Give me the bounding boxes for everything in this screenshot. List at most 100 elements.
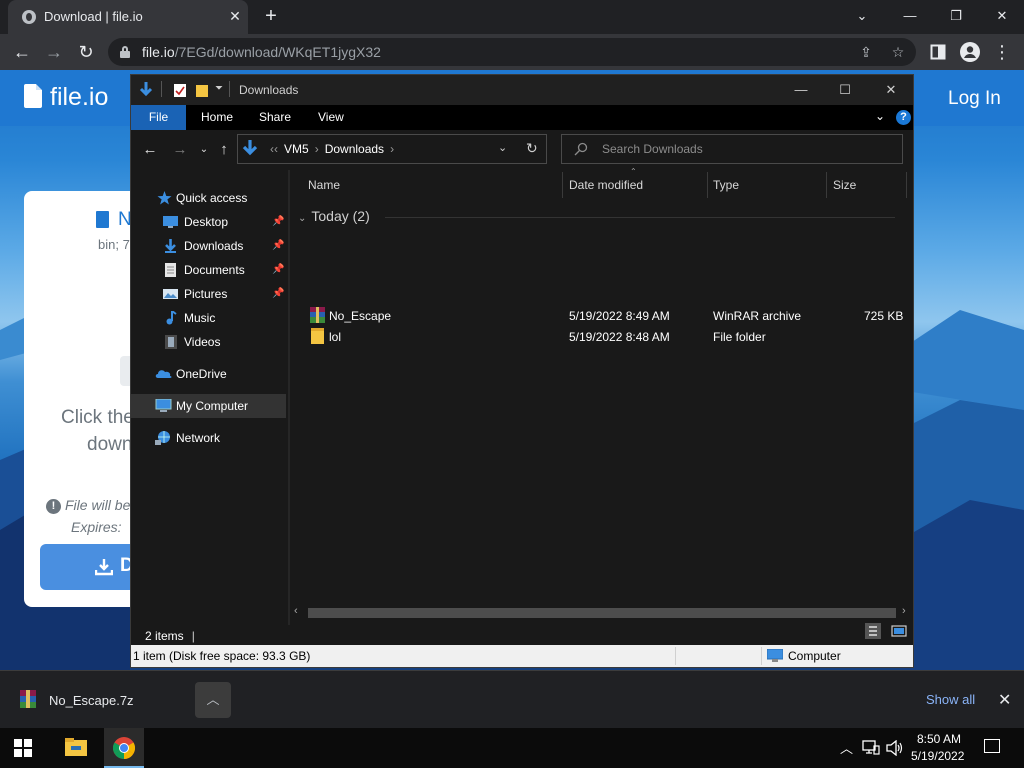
address-bar[interactable]: file.io/7EGd/download/WKqET1jygX32 ⇪ ☆ [108,38,916,66]
close-download-bar-icon[interactable]: ✕ [998,690,1011,710]
back-button[interactable]: ← [139,140,161,160]
network-icon [155,431,170,445]
pin-icon[interactable]: 📌 [272,282,284,306]
expiry-note-line1: File will be [65,497,131,513]
status-bar: 2 items | [131,625,913,645]
bookmark-star-icon[interactable]: ☆ [888,42,908,62]
column-separator[interactable] [906,172,907,198]
videos-icon [165,335,177,349]
nav-downloads[interactable]: Downloads 📌 [131,234,288,258]
nav-my-computer[interactable]: My Computer [131,394,286,418]
file-name: lol [329,330,342,344]
download-icon [95,559,113,576]
tab-home[interactable]: Home [201,105,233,130]
nav-network[interactable]: Network [131,426,288,450]
column-separator[interactable] [826,172,827,198]
scroll-right-icon[interactable]: › [902,605,906,617]
search-input[interactable]: Search Downloads [561,134,903,164]
url-text[interactable]: file.io/7EGd/download/WKqET1jygX32 [142,44,381,60]
pin-icon[interactable]: 📌 [272,210,284,234]
download-options-chevron-icon[interactable]: ︿ [195,682,231,718]
show-hidden-icons-chevron-icon[interactable]: ︿ [840,738,853,757]
tab-view[interactable]: View [318,105,344,130]
large-icons-view-icon[interactable] [891,623,907,639]
file-row[interactable]: No_Escape 5/19/2022 8:49 AM WinRAR archi… [290,305,913,326]
network-status-icon[interactable] [862,740,880,756]
volume-icon[interactable] [886,740,904,756]
lock-icon[interactable] [120,46,130,58]
column-date-modified[interactable]: Date modified [569,178,643,192]
explorer-title-bar[interactable]: ⏷ Downloads — ☐ ✕ [131,75,913,105]
expiry-note-line2: Expires: [71,519,122,535]
recent-locations-chevron-icon[interactable]: ⌄ [193,140,215,160]
breadcrumb[interactable]: ‹‹ VM5 › Downloads › [264,142,400,156]
file-row[interactable]: lol 5/19/2022 8:48 AM File folder [290,326,913,347]
close-icon[interactable]: ✕ [876,80,906,100]
help-icon[interactable]: ? [896,110,911,125]
show-all-downloads-link[interactable]: Show all [926,692,975,707]
downloaded-file-name[interactable]: No_Escape.7z [49,693,134,708]
group-header-today[interactable]: ⌄ Today (2) [298,208,370,224]
taskbar-chrome[interactable] [104,728,144,768]
horizontal-scrollbar[interactable]: ‹ › [290,604,913,621]
notification-center-icon[interactable] [984,739,1000,753]
minimize-icon[interactable]: — [786,80,816,100]
restore-icon[interactable]: ❐ [944,6,968,26]
scrollbar-thumb[interactable] [308,608,896,618]
up-button[interactable]: ↑ [213,140,235,160]
profile-avatar-icon[interactable] [958,40,982,64]
breadcrumb-vm5[interactable]: VM5 [284,142,309,156]
nav-videos[interactable]: Videos [131,330,288,354]
pin-icon[interactable]: 📌 [272,234,284,258]
nav-pictures[interactable]: Pictures 📌 [131,282,288,306]
column-type[interactable]: Type [713,178,739,192]
nav-music[interactable]: Music [131,306,288,330]
site-logo[interactable]: file.io [50,83,108,112]
breadcrumb-downloads[interactable]: Downloads [325,142,384,156]
minimize-icon[interactable]: — [898,6,922,26]
maximize-icon[interactable]: ☐ [830,80,860,100]
refresh-icon[interactable]: ↻ [526,140,538,157]
taskbar-file-explorer[interactable] [56,728,94,768]
tab-file[interactable]: File [131,105,186,130]
column-separator[interactable] [562,172,563,198]
properties-icon[interactable] [173,83,187,98]
new-folder-icon[interactable] [195,83,209,98]
windows-start-icon[interactable] [14,739,32,757]
scroll-left-icon[interactable]: ‹ [294,605,298,617]
clock-date[interactable]: 5/19/2022 [911,749,964,763]
details-view-icon[interactable] [865,623,881,639]
nav-quick-access[interactable]: Quick access [131,186,288,210]
address-box[interactable]: ‹‹ VM5 › Downloads › ⌄ ↻ [237,134,547,164]
file-date: 5/19/2022 8:48 AM [569,330,670,344]
expand-ribbon-icon[interactable]: ⌄ [875,109,885,123]
nav-onedrive[interactable]: OneDrive [131,362,288,386]
close-window-icon[interactable]: ✕ [990,6,1014,26]
file-type: File folder [713,330,766,344]
share-icon[interactable]: ⇪ [856,42,876,62]
chrome-menu-icon[interactable]: ⋮ [990,40,1014,64]
customize-toolbar-icon[interactable]: ⏷ [215,83,223,94]
tab-share[interactable]: Share [259,105,291,130]
folder-icon [311,328,324,344]
close-tab-icon[interactable]: ✕ [226,7,244,25]
clock-time[interactable]: 8:50 AM [917,732,961,746]
reload-button[interactable]: ↻ [74,40,98,64]
forward-button[interactable]: → [42,40,66,64]
new-tab-button[interactable]: + [260,5,282,27]
back-button[interactable]: ← [10,40,34,64]
file-explorer-icon [65,738,87,756]
tab-search-chevron-icon[interactable]: ⌄ [850,6,874,26]
forward-button[interactable]: → [169,140,191,160]
side-panel-icon[interactable] [926,40,950,64]
nav-documents[interactable]: Documents 📌 [131,258,288,282]
address-dropdown-icon[interactable]: ⌄ [498,141,507,154]
login-link[interactable]: Log In [948,88,1001,110]
column-size[interactable]: Size [833,178,856,192]
column-name[interactable]: Name [308,178,340,192]
divider [761,647,762,665]
column-separator[interactable] [707,172,708,198]
pin-icon[interactable]: 📌 [272,258,284,282]
browser-tab[interactable]: Download | file.io ✕ [8,0,248,34]
nav-desktop[interactable]: Desktop 📌 [131,210,288,234]
